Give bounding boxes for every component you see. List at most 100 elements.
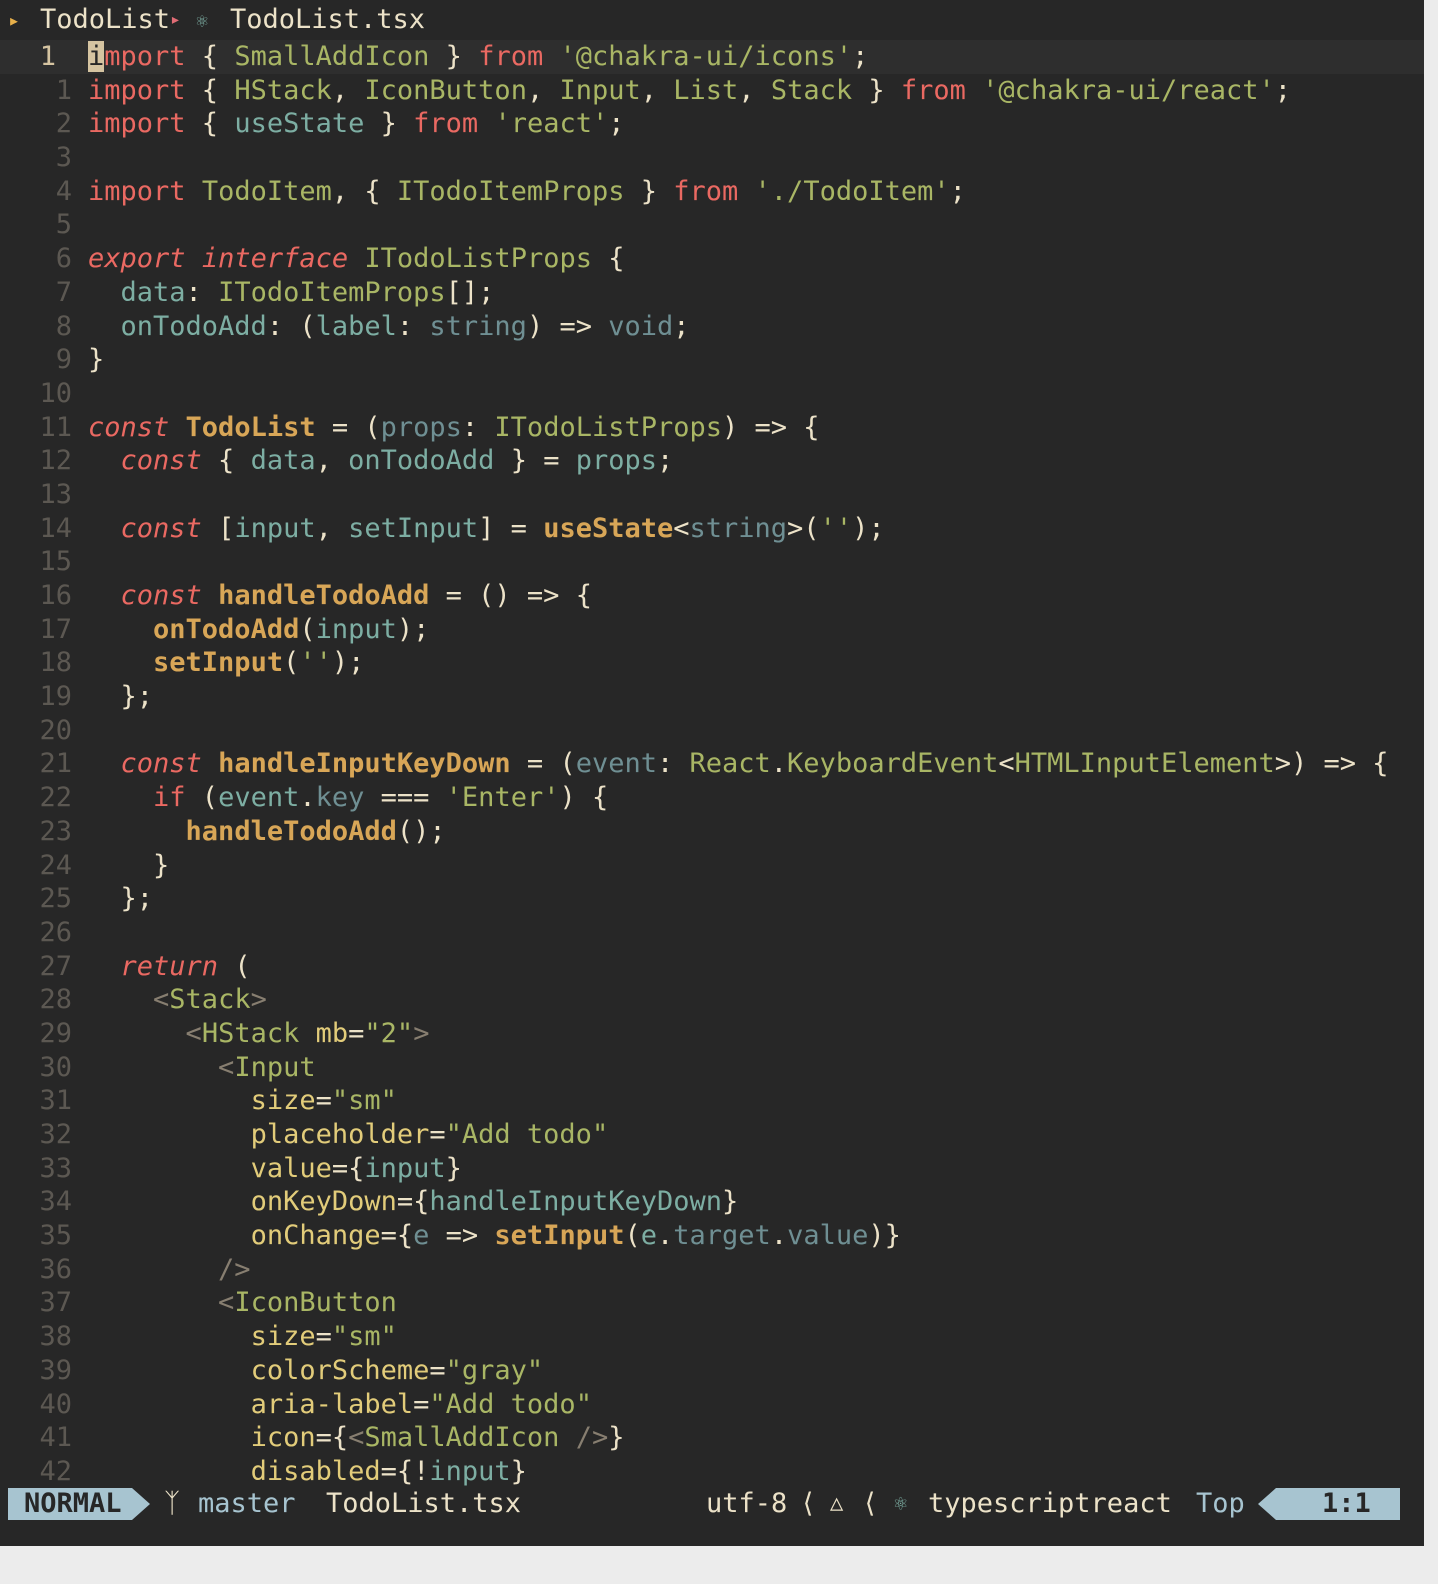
line-number: 35 (39, 1220, 72, 1252)
code-line[interactable]: 16 const handleTodoAdd = () => { (0, 579, 1424, 613)
code-token: '' (819, 512, 853, 544)
code-line[interactable]: 37 <IconButton (0, 1286, 1424, 1320)
line-number: 19 (39, 681, 72, 713)
code-buffer[interactable]: 1 import { SmallAddIcon } from '@chakra-u… (0, 40, 1424, 1489)
code-line[interactable]: 36 /> (0, 1253, 1424, 1287)
code-line[interactable]: 13 (0, 478, 1424, 512)
code-line[interactable]: 6 export interface ITodoListProps { (0, 242, 1424, 276)
code-line[interactable]: 24 } (0, 849, 1424, 883)
code-text: <IconButton (88, 1286, 397, 1320)
code-line[interactable]: 20 (0, 714, 1424, 748)
file-encoding: utf-8 (706, 1488, 788, 1519)
code-line[interactable]: 31 size="sm" (0, 1084, 1424, 1118)
code-token: ( (624, 1220, 641, 1252)
code-line[interactable]: 35 onChange={e => setInput(e.target.valu… (0, 1219, 1424, 1253)
code-line[interactable]: 23 handleTodoAdd(); (0, 815, 1424, 849)
code-text: onTodoAdd(input); (88, 613, 429, 647)
code-line[interactable]: 2 import { useState } from 'react'; (0, 107, 1424, 141)
code-token: "Add todo" (445, 1119, 609, 1150)
code-token: ={ (315, 1422, 349, 1454)
separator-icon: ⟨ (800, 1488, 817, 1519)
code-token: { (185, 74, 235, 106)
code-token: . (770, 1220, 788, 1252)
code-line[interactable]: 22 if (event.key === 'Enter') { (0, 781, 1424, 815)
code-line[interactable]: 17 onTodoAdd(input); (0, 613, 1424, 647)
code-token: import (88, 108, 186, 140)
code-line[interactable]: 12 const { data, onTodoAdd } = props; (0, 444, 1424, 478)
line-number: 34 (39, 1186, 72, 1218)
file-name[interactable]: TodoList.tsx (230, 3, 425, 37)
code-line[interactable]: 40 aria-label="Add todo" (0, 1388, 1424, 1422)
code-token: TodoItem (201, 175, 332, 207)
code-line[interactable]: 18 setInput(''); (0, 646, 1424, 680)
code-line[interactable]: 33 value={input} (0, 1152, 1424, 1186)
code-token: data (250, 445, 316, 477)
code-line[interactable]: 41 icon={<SmallAddIcon />} (0, 1421, 1424, 1455)
code-token: } (429, 41, 479, 72)
code-token: )} (868, 1220, 901, 1252)
line-number: 13 (39, 478, 72, 510)
code-line[interactable]: 3 (0, 141, 1424, 175)
code-line[interactable]: 27 return ( (0, 950, 1424, 984)
code-line[interactable]: 39 colorScheme="gray" (0, 1354, 1424, 1388)
folder-name[interactable]: TodoList (40, 3, 170, 37)
code-line[interactable]: 7 data: ITodoItemProps[]; (0, 276, 1424, 310)
code-token: }; (88, 883, 154, 915)
code-line[interactable]: 21 const handleInputKeyDown = (event: Re… (0, 747, 1424, 781)
code-token: } = (494, 445, 576, 477)
code-token: === (364, 782, 446, 814)
code-token: = (348, 1017, 365, 1049)
code-token: from (413, 108, 479, 140)
code-token: > (413, 1017, 430, 1049)
code-line[interactable]: 4 import TodoItem, { ITodoItemProps } fro… (0, 175, 1424, 209)
code-line[interactable]: 1 import { HStack, IconButton, Input, Lis… (0, 74, 1424, 108)
code-token: : (396, 310, 430, 342)
code-line[interactable]: 34 onKeyDown={handleInputKeyDown} (0, 1185, 1424, 1219)
code-line[interactable]: 42 disabled={!input} (0, 1455, 1424, 1489)
line-number: 2 (55, 108, 72, 140)
code-line[interactable]: 9} (0, 343, 1424, 377)
code-text: value={input} (88, 1152, 462, 1186)
code-token: : (656, 748, 690, 780)
code-line[interactable]: 19 }; (0, 680, 1424, 714)
line-number: 21 (39, 748, 72, 780)
code-text: handleTodoAdd(); (88, 815, 446, 849)
code-token: , (331, 74, 365, 106)
code-line[interactable]: 5 (0, 208, 1424, 242)
code-token: } (608, 1422, 625, 1454)
position-separator (1258, 1488, 1276, 1520)
code-line[interactable]: 14 const [input, setInput] = useState<st… (0, 512, 1424, 546)
code-line[interactable]: 30 <Input (0, 1051, 1424, 1085)
code-line[interactable]: 11 const TodoList = (props: ITodoListProp… (0, 411, 1424, 445)
code-token: /> (218, 1253, 251, 1285)
code-token: e (640, 1220, 657, 1252)
code-token: value (787, 1220, 869, 1252)
code-line[interactable]: 32 placeholder="Add todo" (0, 1118, 1424, 1152)
code-line[interactable]: 28 <Stack> (0, 983, 1424, 1017)
chevron-right-icon: ▸ (170, 9, 181, 30)
code-line[interactable]: 29 <HStack mb="2"> (0, 1017, 1424, 1051)
code-line[interactable]: 38 size="sm" (0, 1320, 1424, 1354)
code-line[interactable]: 8 onTodoAdd: (label: string) => void; (0, 310, 1424, 344)
code-token: } (852, 74, 901, 106)
code-line[interactable]: 15 (0, 545, 1424, 579)
code-line[interactable]: 25 }; (0, 882, 1424, 916)
line-number: 7 (55, 276, 72, 308)
code-line[interactable]: 26 (0, 916, 1424, 950)
line-number: 26 (39, 916, 72, 948)
code-token: React (689, 748, 771, 780)
code-line[interactable]: 10 (0, 377, 1424, 411)
code-text: import { SmallAddIcon } from '@chakra-ui… (88, 40, 868, 74)
current-code-line[interactable]: 1 import { SmallAddIcon } from '@chakra-u… (0, 40, 1424, 74)
code-token: import (88, 175, 186, 207)
code-token: const (120, 445, 202, 477)
code-token: data (120, 276, 186, 308)
code-token: onTodoAdd (153, 613, 300, 645)
